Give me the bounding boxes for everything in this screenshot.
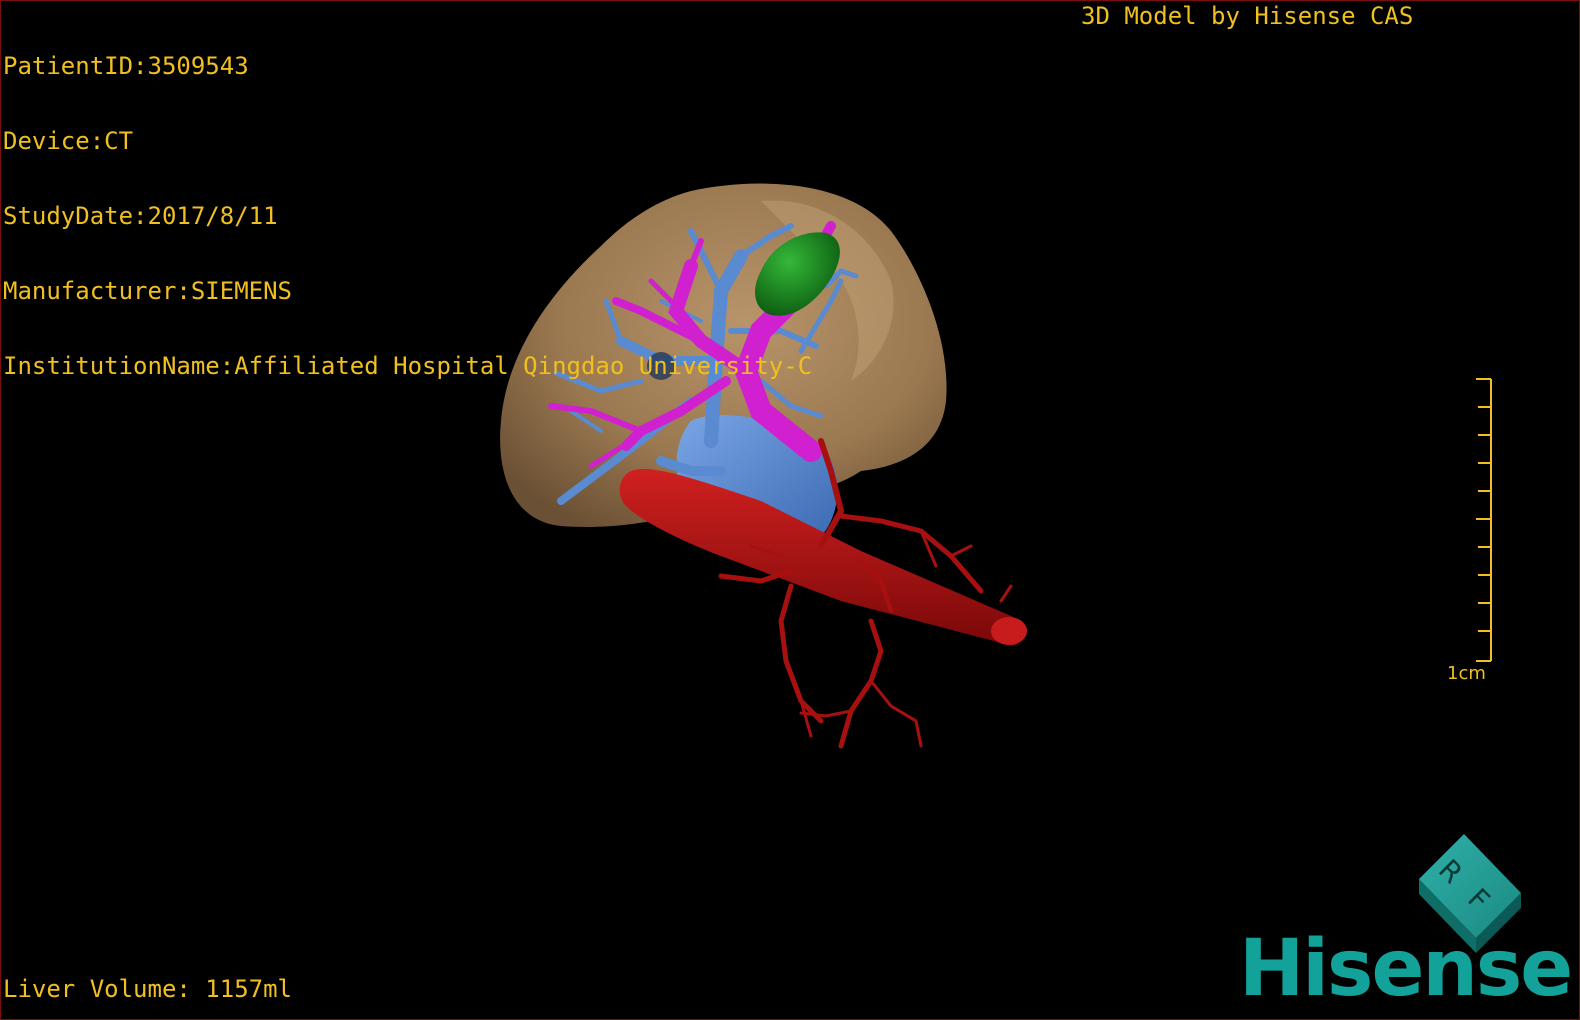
3d-viewport[interactable]: R F PatientID:3509543 Device:CT StudyDat… (0, 0, 1580, 1020)
patient-id-text: PatientID:3509543 (3, 52, 249, 80)
aorta-end (991, 617, 1027, 645)
model-caption: 3D Model by Hisense CAS (1081, 2, 1414, 30)
manufacturer-text: Manufacturer:SIEMENS (3, 277, 292, 305)
liver-volume-text: Liver Volume: 1157ml (3, 975, 292, 1003)
device-text: Device:CT (3, 127, 134, 155)
scale-bar-label: 1cm (1447, 663, 1486, 684)
study-date-text: StudyDate:2017/8/11 (3, 202, 278, 230)
hisense-logo: Hisense (1239, 924, 1573, 1014)
scale-ruler (1476, 378, 1492, 662)
dicom-info-overlay: PatientID:3509543 Device:CT StudyDate:20… (3, 4, 812, 429)
institution-text: InstitutionName:Affiliated Hospital Qing… (3, 352, 813, 380)
